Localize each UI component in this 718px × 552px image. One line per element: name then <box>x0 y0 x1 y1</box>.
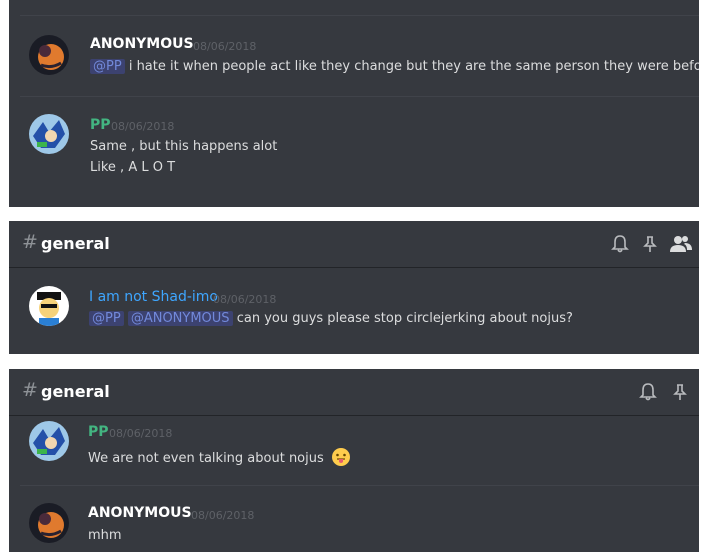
message-content: We are not even talking about nojus <box>88 447 351 467</box>
message-timestamp: 08/06/2018 <box>193 40 257 53</box>
chat-panel-2: # general I am not Shad-imo 08/06/2018 @… <box>9 221 699 354</box>
channel-header: # general <box>9 221 699 268</box>
message-timestamp: 08/06/2018 <box>213 293 277 306</box>
message-text: i hate it when people act like they chan… <box>128 59 699 74</box>
channel-header: # general <box>9 369 699 416</box>
avatar-anonymous[interactable] <box>29 35 69 75</box>
pin-icon[interactable] <box>640 234 660 254</box>
message-divider <box>20 485 699 486</box>
message-author[interactable]: PP <box>88 424 109 440</box>
members-icon[interactable] <box>670 234 692 254</box>
message-timestamp: 08/06/2018 <box>191 509 255 522</box>
bell-icon[interactable] <box>638 382 658 402</box>
message-content: @PP i hate it when people act like they … <box>90 59 699 74</box>
message-text: Like , A L O T <box>90 160 176 175</box>
avatar-shad-imo[interactable] <box>29 286 69 326</box>
channel-hash-icon: # <box>22 231 38 253</box>
message-content: @PP @ANONYMOUS can you guys please stop … <box>89 311 573 326</box>
message-text: We are not even talking about nojus <box>88 451 324 466</box>
avatar-pp[interactable] <box>29 421 69 461</box>
message-text: Same , but this happens alot <box>90 139 278 154</box>
pin-icon[interactable] <box>670 382 690 402</box>
message-text: can you guys please stop circlejerking a… <box>236 311 573 326</box>
message-author[interactable]: ANONYMOUS <box>88 505 192 521</box>
user-mention[interactable]: @ANONYMOUS <box>127 311 233 326</box>
avatar-pp[interactable] <box>29 114 69 154</box>
chat-panel-3: # general PP 08/06/2018 We are not even … <box>9 369 699 552</box>
message-divider <box>20 96 699 97</box>
message-timestamp: 08/06/2018 <box>109 427 173 440</box>
message-divider <box>20 15 699 16</box>
message-author[interactable]: I am not Shad-imo <box>89 289 218 305</box>
channel-hash-icon: # <box>22 379 38 401</box>
chat-panel-1: ANONYMOUS 08/06/2018 @PP i hate it when … <box>9 0 699 207</box>
bell-icon[interactable] <box>610 234 630 254</box>
user-mention[interactable]: @PP <box>90 59 125 74</box>
tongue-out-emoji-icon[interactable] <box>331 447 351 467</box>
avatar-anonymous[interactable] <box>29 503 69 543</box>
channel-name: general <box>41 382 110 401</box>
message-author[interactable]: ANONYMOUS <box>90 36 194 52</box>
channel-name: general <box>41 234 110 253</box>
message-author[interactable]: PP <box>90 117 111 133</box>
message-timestamp: 08/06/2018 <box>111 120 175 133</box>
message-text: mhm <box>88 528 122 543</box>
user-mention[interactable]: @PP <box>89 311 124 326</box>
